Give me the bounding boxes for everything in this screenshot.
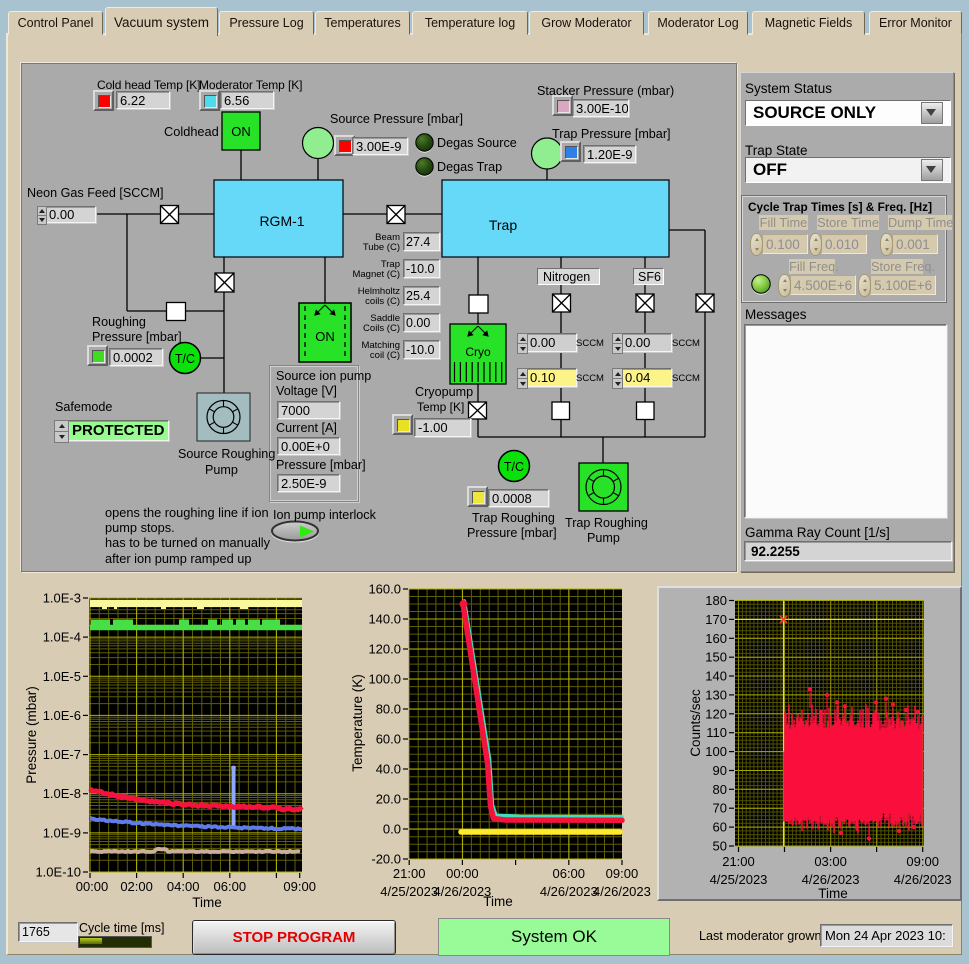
- svg-text:T/C: T/C: [504, 460, 524, 474]
- svg-text:Trap: Trap: [489, 217, 517, 233]
- svg-text:Cryo: Cryo: [465, 345, 491, 359]
- svg-text:RGM-1: RGM-1: [259, 213, 304, 229]
- svg-text:ON: ON: [231, 124, 251, 139]
- svg-text:T/C: T/C: [175, 352, 195, 366]
